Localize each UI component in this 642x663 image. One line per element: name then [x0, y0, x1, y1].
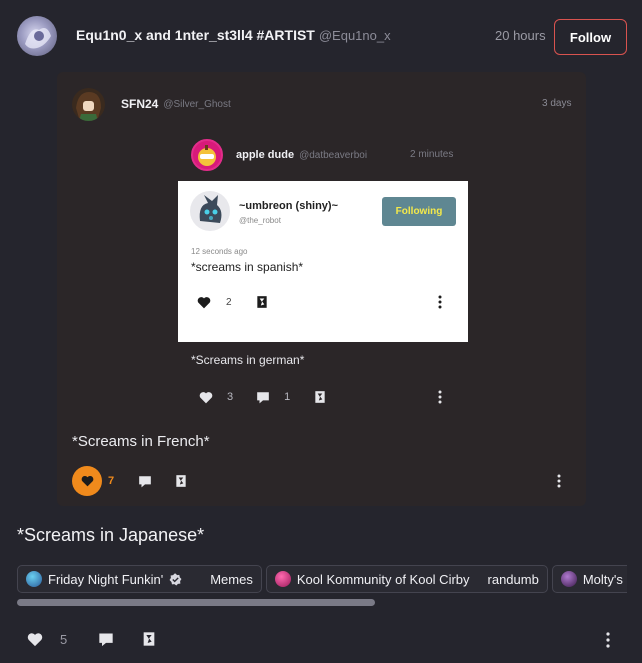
community-chip-moltys[interactable]: Molty's C [551, 565, 627, 593]
heart-icon [81, 475, 93, 487]
more-vertical-icon [606, 632, 610, 648]
reblog1-comment-button[interactable] [138, 475, 152, 488]
reblog1-like-button[interactable] [72, 466, 102, 496]
post-reblog-button[interactable] [141, 631, 157, 647]
post-comment-button[interactable] [98, 632, 114, 647]
original-body: *screams in spanish* [191, 260, 304, 274]
more-vertical-icon [438, 295, 442, 309]
reblog1-body: *Screams in French* [72, 433, 210, 450]
comment-icon [99, 633, 113, 646]
reblog-icon [176, 475, 186, 487]
reblog1-more-button[interactable] [556, 474, 562, 488]
comment-icon [257, 391, 269, 403]
reblog2-reblog-button[interactable] [313, 390, 327, 404]
community-tag[interactable]: randumb [488, 572, 539, 587]
post-timestamp: 20 hours [495, 28, 546, 43]
post-like-count: 5 [60, 631, 68, 647]
reblog2-timestamp: 2 minutes [410, 149, 454, 160]
more-vertical-icon [438, 390, 442, 404]
reblog1-like-count: 7 [108, 475, 115, 487]
reblog2-author-avatar[interactable] [191, 139, 223, 171]
more-vertical-icon [557, 474, 561, 488]
comment-icon [139, 475, 151, 487]
reblog2-like-button[interactable] [199, 391, 213, 404]
reblog2-like-count: 3 [227, 391, 234, 403]
community-icon [560, 571, 577, 587]
community-chips: Friday Night Funkin' Memes Kool Kommunit… [17, 565, 627, 593]
community-chip-friday-night-funkin[interactable]: Friday Night Funkin' Memes [17, 565, 262, 593]
following-button[interactable]: Following [382, 197, 456, 226]
post-like-button[interactable] [27, 632, 43, 647]
original-like-button[interactable] [197, 296, 211, 309]
heart-icon [199, 391, 213, 403]
reblog2-author-name[interactable]: apple dude [236, 149, 294, 161]
reblog-icon [143, 632, 155, 646]
community-name: Friday Night Funkin' [48, 571, 164, 587]
reblog1-author-handle[interactable]: @Silver_Ghost [163, 99, 230, 110]
community-name: Molty's C [582, 571, 627, 587]
post-author-name[interactable]: Equ1n0_x and 1nter_st3ll4 #ARTIST [76, 27, 315, 43]
community-icon [26, 571, 42, 587]
reblog1-reblog-button[interactable] [174, 474, 188, 488]
original-author-name[interactable]: ~umbreon (shiny)~ [239, 200, 338, 212]
original-reblog-button[interactable] [255, 295, 269, 309]
reblog2-more-button[interactable] [437, 390, 443, 404]
follow-button[interactable]: Follow [554, 19, 627, 55]
community-icon [274, 571, 291, 587]
post-body: *Screams in Japanese* [17, 525, 205, 545]
reblog2-author-handle[interactable]: @datbeaverboi [299, 150, 367, 161]
reblog2-body: *Screams in german* [191, 353, 305, 367]
post-author-handle[interactable]: @Equ1no_x [319, 28, 391, 43]
community-tag[interactable]: Memes [210, 572, 253, 587]
heart-icon [27, 632, 43, 646]
reblog1-author-avatar[interactable] [72, 88, 105, 121]
reblog1-timestamp: 3 days [542, 98, 572, 109]
reblog-icon [315, 391, 325, 403]
post-more-button[interactable] [605, 632, 611, 648]
community-name: Kool Kommunity of Kool Cirby [296, 571, 470, 587]
original-author-avatar[interactable] [190, 191, 230, 231]
original-like-count: 2 [226, 296, 232, 308]
chips-scrollbar[interactable] [17, 599, 375, 606]
reblog2-comment-button[interactable] [256, 391, 270, 404]
community-chip-kool-kommunity[interactable]: Kool Kommunity of Kool Cirby randumb [265, 565, 548, 593]
reblog2-comment-count: 1 [284, 391, 291, 403]
post-author-avatar[interactable] [17, 16, 57, 56]
reblog-icon [256, 296, 267, 308]
reblog1-author-name[interactable]: SFN24 [121, 97, 158, 111]
heart-icon [197, 296, 211, 308]
original-more-button[interactable] [437, 295, 443, 309]
original-author-handle[interactable]: @the_robot [239, 216, 281, 225]
verified-icon [169, 573, 182, 585]
original-timestamp: 12 seconds ago [191, 247, 248, 256]
